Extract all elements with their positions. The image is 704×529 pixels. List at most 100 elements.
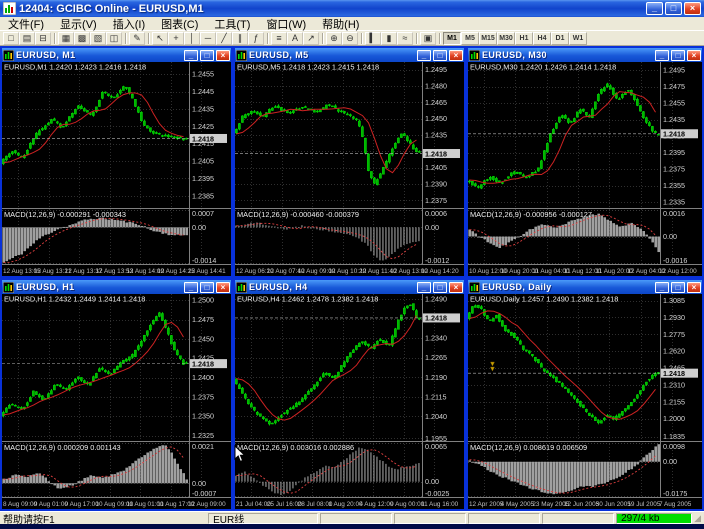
chart-m1-minimize-button[interactable]: _	[184, 49, 198, 61]
chart-canvas-m5[interactable]: 1.24951.24801.24651.24501.24351.24201.24…	[235, 62, 464, 276]
svg-text:1.2385: 1.2385	[192, 191, 214, 200]
svg-text:0.0016: 0.0016	[663, 209, 685, 218]
svg-text:1.2335: 1.2335	[663, 198, 685, 207]
menu-item-3[interactable]: 图表(C)	[153, 16, 206, 32]
zoom-in-button[interactable]: ⊕	[326, 31, 342, 45]
tile-windows-button[interactable]: ▣	[420, 31, 436, 45]
terminal-button[interactable]: ◫	[106, 31, 122, 45]
chart-canvas-m1[interactable]: 1.24551.24451.24351.24251.24151.24051.23…	[2, 62, 231, 276]
timeframe-m1-button[interactable]: M1	[443, 31, 461, 45]
chart-h1-minimize-button[interactable]: _	[184, 281, 198, 293]
chart-m30-minimize-button[interactable]: _	[655, 49, 669, 61]
data-window-button[interactable]: ▩	[74, 31, 90, 45]
menu-item-0[interactable]: 文件(F)	[0, 16, 52, 32]
bar-chart-button[interactable]: ▍	[365, 31, 381, 45]
horizontal-line-button[interactable]: ─	[200, 31, 216, 45]
svg-text:9 Aug 17:00: 9 Aug 17:00	[65, 501, 100, 508]
text-button[interactable]: A	[287, 31, 303, 45]
chart-window-titlebar-m30[interactable]: EURUSD, M30 _ □ ×	[468, 48, 702, 62]
chart-window-titlebar-m5[interactable]: EURUSD, M5 _ □ ×	[235, 48, 464, 62]
svg-text:1.1835: 1.1835	[663, 432, 685, 441]
chart-window-titlebar-daily[interactable]: EURUSD, Daily _ □ ×	[468, 280, 702, 294]
zoom-out-button[interactable]: ⊖	[342, 31, 358, 45]
svg-text:1.2395: 1.2395	[663, 148, 685, 157]
indicators-button[interactable]: ≡	[271, 31, 287, 45]
chart-daily-maximize-button[interactable]: □	[671, 281, 685, 293]
svg-text:0.0006: 0.0006	[425, 209, 447, 218]
minimize-button[interactable]: _	[646, 2, 663, 15]
menu-item-4[interactable]: 工具(T)	[206, 16, 258, 32]
svg-text:1.2490: 1.2490	[425, 295, 447, 304]
bottom-strip	[0, 524, 704, 529]
chart-canvas-daily[interactable]: 1.30851.29301.27751.26201.24651.23101.21…	[468, 294, 702, 509]
chart-m30-maximize-button[interactable]: □	[671, 49, 685, 61]
chart-m5-minimize-button[interactable]: _	[417, 49, 431, 61]
timeframe-m5-button[interactable]: M5	[461, 31, 479, 45]
chart-window-titlebar-h4[interactable]: EURUSD, H4 _ □ ×	[235, 280, 464, 294]
svg-text:19 Jul 2005: 19 Jul 2005	[627, 501, 660, 508]
cursor-button[interactable]: ↖	[152, 31, 168, 45]
fibonacci-button[interactable]: ƒ	[248, 31, 264, 45]
navigator-button[interactable]: ▧	[90, 31, 106, 45]
chart-h4-minimize-button[interactable]: _	[417, 281, 431, 293]
line-chart-button[interactable]: ≈	[397, 31, 413, 45]
svg-text:12 Jun 2005: 12 Jun 2005	[564, 501, 600, 508]
chart-window-icon	[469, 281, 480, 293]
chart-canvas-m30[interactable]: 1.24951.24751.24551.24351.24151.23951.23…	[468, 62, 702, 276]
market-watch-button[interactable]: ▦	[58, 31, 74, 45]
chart-m1-maximize-button[interactable]: □	[200, 49, 214, 61]
trendline-button[interactable]: ╱	[216, 31, 232, 45]
vertical-line-button[interactable]: │	[184, 31, 200, 45]
close-button[interactable]: ×	[684, 2, 701, 15]
crosshair-button[interactable]: +	[168, 31, 184, 45]
new-chart-button[interactable]: □	[3, 31, 19, 45]
svg-text:0.00: 0.00	[425, 477, 439, 486]
chart-canvas-h1[interactable]: 1.25001.24751.24501.24251.24001.23751.23…	[2, 294, 231, 509]
timeframe-h4-button[interactable]: H4	[533, 31, 551, 45]
chart-canvas-h4[interactable]: 1.24901.24151.23401.22651.21901.21151.20…	[235, 294, 464, 509]
chart-window-titlebar-h1[interactable]: EURUSD, H1 _ □ ×	[2, 280, 231, 294]
chart-h1-close-button[interactable]: ×	[216, 281, 230, 293]
chart-h4-close-button[interactable]: ×	[449, 281, 463, 293]
channel-button[interactable]: ∥	[232, 31, 248, 45]
new-order-button[interactable]: ✎	[129, 31, 145, 45]
svg-text:-0.0014: -0.0014	[192, 256, 216, 265]
profiles-button[interactable]: ▤	[19, 31, 35, 45]
chart-window-title: EURUSD, H4	[249, 282, 308, 292]
chart-h4-maximize-button[interactable]: □	[433, 281, 447, 293]
timeframe-w1-button[interactable]: W1	[569, 31, 587, 45]
svg-text:1.2418: 1.2418	[425, 314, 447, 323]
chart-window-titlebar-m1[interactable]: EURUSD, M1 _ □ ×	[2, 48, 231, 62]
menu-item-2[interactable]: 插入(I)	[105, 16, 153, 32]
svg-text:1.2418: 1.2418	[663, 130, 685, 139]
timeframe-m30-button[interactable]: M30	[497, 31, 515, 45]
chart-m5-maximize-button[interactable]: □	[433, 49, 447, 61]
chart-h1-maximize-button[interactable]: □	[200, 281, 214, 293]
candlestick-button[interactable]: ▮	[381, 31, 397, 45]
arrow-tool-button[interactable]: ↗	[303, 31, 319, 45]
timeframe-m15-button[interactable]: M15	[479, 31, 497, 45]
timeframe-h1-button[interactable]: H1	[515, 31, 533, 45]
svg-text:1.2500: 1.2500	[192, 296, 214, 305]
svg-text:1.2465: 1.2465	[425, 98, 447, 107]
window-titlebar[interactable]: 12404: GCIBC Online - EURUSD,M1 _ □ ×	[0, 0, 704, 17]
menu-item-1[interactable]: 显示(V)	[52, 16, 105, 32]
toolbar-separator	[416, 32, 417, 44]
svg-text:12 Aug 14:41: 12 Aug 14:41	[188, 268, 226, 275]
svg-text:1.2405: 1.2405	[192, 157, 214, 166]
toolbar-separator	[148, 32, 149, 44]
svg-text:8 Aug 09:00: 8 Aug 09:00	[3, 501, 38, 508]
chart-window-icon	[469, 49, 480, 61]
menu-item-5[interactable]: 窗口(W)	[258, 16, 314, 32]
status-empty-panel-1	[394, 512, 467, 524]
timeframe-d1-button[interactable]: D1	[551, 31, 569, 45]
chart-m5-close-button[interactable]: ×	[449, 49, 463, 61]
chart-daily-minimize-button[interactable]: _	[655, 281, 669, 293]
chart-m1-close-button[interactable]: ×	[216, 49, 230, 61]
svg-text:1.2400: 1.2400	[192, 373, 214, 382]
menu-item-6[interactable]: 帮助(H)	[314, 16, 367, 32]
chart-daily-close-button[interactable]: ×	[687, 281, 701, 293]
print-button[interactable]: ⊟	[35, 31, 51, 45]
chart-m30-close-button[interactable]: ×	[687, 49, 701, 61]
maximize-button[interactable]: □	[665, 2, 682, 15]
